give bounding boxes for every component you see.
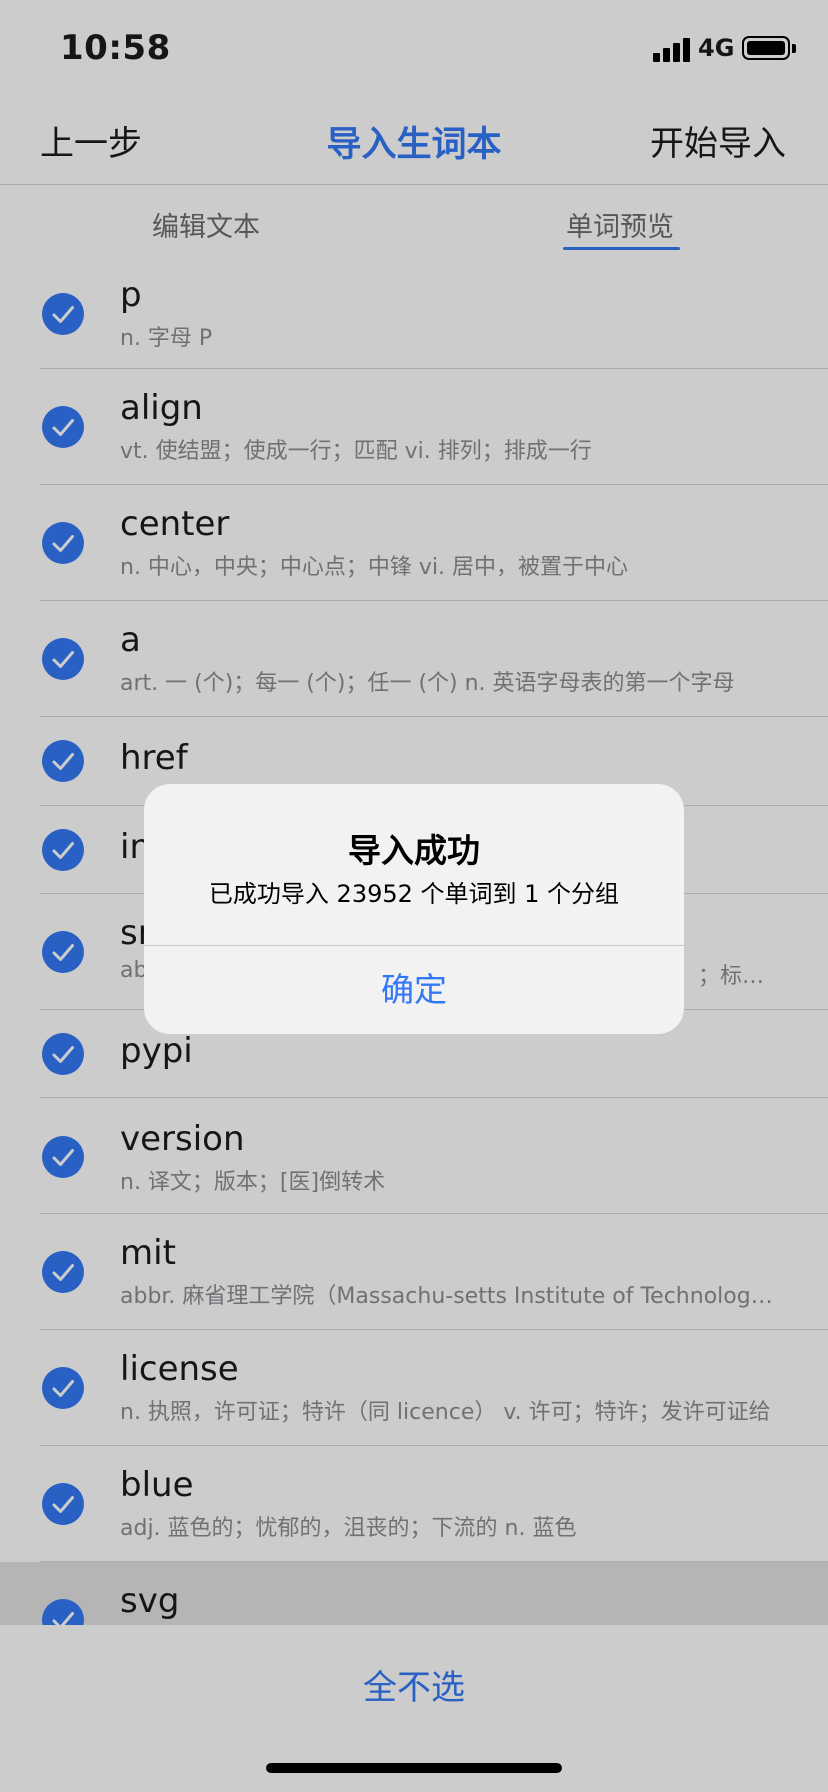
home-indicator[interactable] — [266, 1763, 562, 1773]
alert-dialog: 导入成功 已成功导入 23952 个单词到 1 个分组 确定 — [144, 784, 684, 1034]
alert-title: 导入成功 — [348, 831, 480, 870]
alert-message: 已成功导入 23952 个单词到 1 个分组 — [208, 880, 620, 908]
confirm-button[interactable]: 确定 — [144, 946, 684, 1034]
